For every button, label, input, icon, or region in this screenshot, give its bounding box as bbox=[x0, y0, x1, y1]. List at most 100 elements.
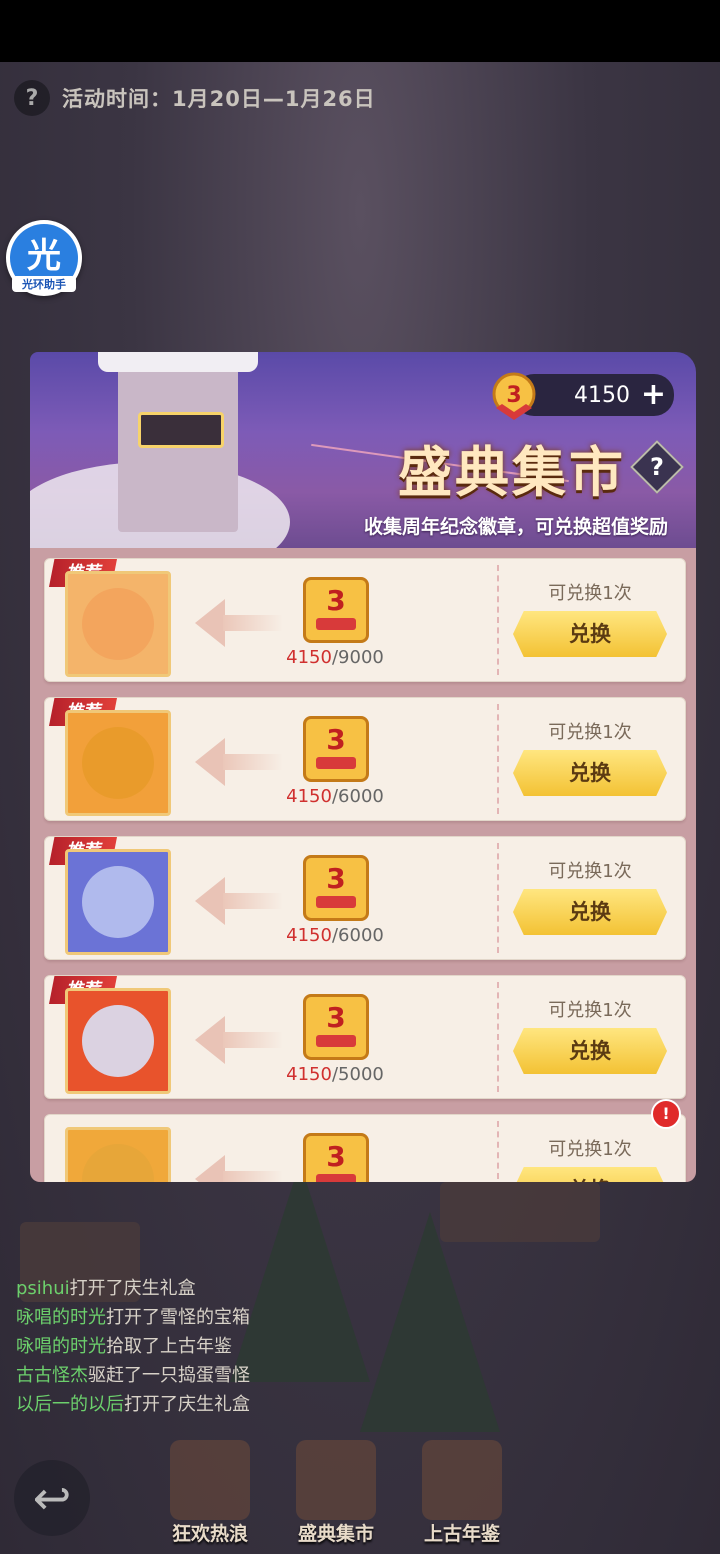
currency-display: 3 4150 + bbox=[492, 372, 674, 420]
feed-player: 古古怪杰 bbox=[16, 1365, 88, 1386]
event-time-text: 活动时间：1月20日—1月26日 bbox=[62, 87, 376, 111]
feed-action: 打开了庆生礼盒 bbox=[69, 1278, 196, 1299]
arrow-icon bbox=[195, 599, 225, 647]
arrow-icon bbox=[195, 877, 225, 925]
nav-tab[interactable]: 上古年鉴 bbox=[402, 1440, 522, 1550]
feed-line: psihui打开了庆生礼盒 bbox=[16, 1274, 250, 1303]
arrow-icon bbox=[195, 1155, 225, 1182]
nav-tab-label: 狂欢热浪 bbox=[171, 1523, 248, 1545]
card-divider bbox=[497, 565, 499, 675]
cost-need: /6000 bbox=[331, 786, 384, 807]
exchange-list[interactable]: 推荐34150/9000可兑换1次兑换推荐34150/6000可兑换1次兑换推荐… bbox=[30, 548, 696, 1182]
exchange-button[interactable]: 兑换 bbox=[513, 611, 667, 657]
cost-progress: 4150/5000 bbox=[285, 1064, 385, 1085]
anniversary-medal-icon: 3 bbox=[303, 994, 369, 1060]
activity-feed: psihui打开了庆生礼盒 咏唱的时光打开了雪怪的宝箱 咏唱的时光拾取了上古年鉴 古古… bbox=[16, 1274, 250, 1419]
market-help-button[interactable]: ? bbox=[630, 440, 684, 494]
exchange-button[interactable]: 兑换 bbox=[513, 1028, 667, 1074]
medal-ribbon bbox=[316, 1035, 356, 1047]
nav-tab[interactable]: 盛典集市 bbox=[276, 1440, 396, 1550]
exchange-limit: 可兑换1次 bbox=[548, 861, 632, 882]
medal-number: 3 bbox=[506, 383, 521, 408]
card-divider bbox=[497, 982, 499, 1092]
tree-decoration bbox=[360, 1212, 500, 1432]
feed-action: 打开了雪怪的宝箱 bbox=[106, 1307, 250, 1328]
tower-sign bbox=[138, 412, 224, 448]
help-icon: ? bbox=[650, 453, 664, 481]
nav-tab-label: 盛典集市 bbox=[297, 1523, 374, 1545]
reward-thumb bbox=[82, 1144, 154, 1182]
medal-number: 3 bbox=[326, 584, 346, 617]
tower-illustration bbox=[98, 352, 258, 532]
status-bar bbox=[0, 0, 720, 62]
anniversary-medal-icon: 3 bbox=[303, 716, 369, 782]
tower-roof bbox=[98, 352, 258, 372]
currency-value: 4150 bbox=[574, 382, 630, 408]
feed-line: 咏唱的时光打开了雪怪的宝箱 bbox=[16, 1303, 250, 1332]
medal-number: 3 bbox=[326, 1140, 346, 1173]
arrow-tail bbox=[223, 893, 283, 909]
exchange-card: 推荐34150/6000可兑换1次兑换 bbox=[44, 836, 686, 960]
cost-have: 4150 bbox=[286, 786, 332, 807]
exchange-button[interactable]: 兑换 bbox=[513, 750, 667, 796]
card-divider bbox=[497, 843, 499, 953]
nav-tab-icon bbox=[170, 1440, 250, 1520]
market-panel: 3 4150 + 盛典集市 ? 收集周年纪念徽章，可兑换超值奖励 推荐34150… bbox=[30, 352, 696, 1207]
assistant-glyph: 光 bbox=[27, 236, 61, 276]
medal-number: 3 bbox=[326, 862, 346, 895]
feed-action: 驱赶了一只捣蛋雪怪 bbox=[88, 1365, 250, 1386]
medal-ribbon bbox=[316, 618, 356, 630]
assistant-label: 光环助手 bbox=[12, 276, 76, 292]
nav-tab[interactable]: 狂欢热浪 bbox=[150, 1440, 270, 1550]
reward-thumb bbox=[82, 866, 154, 938]
reward-item-icon[interactable] bbox=[65, 849, 171, 955]
cost-have: 4150 bbox=[286, 647, 332, 668]
arrow-tail bbox=[223, 1032, 283, 1048]
exchange-card: 推荐34150/5000可兑换1次兑换 bbox=[44, 975, 686, 1099]
arrow-icon bbox=[195, 1016, 225, 1064]
feed-player: psihui bbox=[16, 1278, 70, 1299]
reward-thumb bbox=[82, 727, 154, 799]
arrow-tail bbox=[223, 615, 283, 631]
reward-item-icon[interactable] bbox=[65, 1127, 171, 1182]
reward-item-icon[interactable] bbox=[65, 571, 171, 677]
market-title: 盛典集市 bbox=[398, 440, 626, 504]
cost-have: 4150 bbox=[286, 1064, 332, 1085]
cost-progress: 4150/6000 bbox=[285, 925, 385, 946]
feed-line: 咏唱的时光拾取了上古年鉴 bbox=[16, 1332, 250, 1361]
anniversary-medal-icon: 3 bbox=[303, 1133, 369, 1182]
feed-player: 咏唱的时光 bbox=[16, 1307, 106, 1328]
feed-action: 拾取了上古年鉴 bbox=[106, 1336, 232, 1357]
bottom-nav: 狂欢热浪 盛典集市 上古年鉴 bbox=[150, 1440, 570, 1550]
assistant-button[interactable]: 光 光环助手 bbox=[6, 220, 82, 296]
cost-need: /9000 bbox=[331, 647, 384, 668]
event-help-icon[interactable]: ? bbox=[14, 80, 50, 116]
add-currency-button[interactable]: + bbox=[641, 374, 666, 416]
event-time: ? 活动时间：1月20日—1月26日 bbox=[14, 80, 376, 116]
cost-progress: 4150/6000 bbox=[285, 786, 385, 807]
exchange-button[interactable]: 兑换 bbox=[513, 1167, 667, 1182]
exchange-limit: 可兑换1次 bbox=[548, 722, 632, 743]
medal-number: 3 bbox=[326, 723, 346, 756]
exchange-limit: 可兑换1次 bbox=[548, 1139, 632, 1160]
cost-have: 4150 bbox=[286, 925, 332, 946]
arrow-icon bbox=[195, 738, 225, 786]
anniversary-medal-icon: 3 bbox=[492, 372, 536, 420]
feed-player: 咏唱的时光 bbox=[16, 1336, 106, 1357]
reward-thumb bbox=[82, 1005, 154, 1077]
anniversary-medal-icon: 3 bbox=[303, 855, 369, 921]
reward-item-icon[interactable] bbox=[65, 988, 171, 1094]
cost-need: /6000 bbox=[331, 925, 384, 946]
nav-tab-icon bbox=[422, 1440, 502, 1520]
exchange-button[interactable]: 兑换 bbox=[513, 889, 667, 935]
card-divider bbox=[497, 704, 499, 814]
arrow-tail bbox=[223, 1171, 283, 1182]
medal-ribbon bbox=[316, 896, 356, 908]
feed-line: 以后一的以后打开了庆生礼盒 bbox=[16, 1390, 250, 1419]
exchange-limit: 可兑换1次 bbox=[548, 583, 632, 604]
cost-need: /5000 bbox=[331, 1064, 384, 1085]
reward-item-icon[interactable] bbox=[65, 710, 171, 816]
nav-tab-label: 上古年鉴 bbox=[423, 1523, 500, 1545]
reward-thumb bbox=[82, 588, 154, 660]
back-button[interactable]: ↩ bbox=[14, 1460, 90, 1536]
